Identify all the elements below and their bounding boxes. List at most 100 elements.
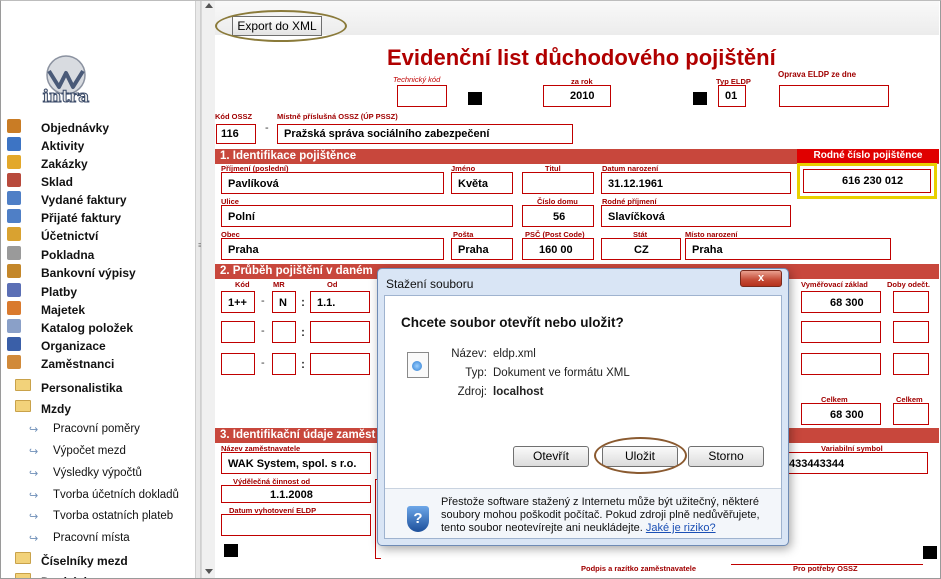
datum-narozeni-field[interactable]: 31.12.1961	[601, 172, 791, 194]
kod-label: Kód	[235, 280, 250, 289]
prijmeni-field[interactable]: Pavlíková	[221, 172, 444, 194]
vykon-field[interactable]: 1.1.2008	[221, 485, 371, 503]
sidebar-item-label: Bankovní výpisy	[41, 266, 136, 280]
od-field-1[interactable]: 1.1.	[310, 291, 370, 313]
typ-eldp-field[interactable]: 01	[718, 85, 746, 107]
separator: -	[261, 325, 265, 337]
sidebar-subitem-dochazka[interactable]: Docházka	[15, 571, 195, 578]
cancel-button[interactable]: Storno	[688, 446, 764, 467]
sidebar-item[interactable]: Platby	[7, 282, 193, 300]
intra-logo: intra	[42, 55, 90, 105]
sidebar-item[interactable]: Pokladna	[7, 245, 193, 263]
sidebar-subitem-ciselniky[interactable]: Číselníky mezd	[15, 550, 195, 570]
folder-icon	[15, 552, 31, 564]
close-button[interactable]: x	[740, 270, 782, 287]
doby-field-1[interactable]	[893, 291, 929, 313]
od-label: Od	[327, 280, 338, 289]
sidebar-item[interactable]: Zaměstnanci	[7, 354, 193, 372]
vertical-scrollbar[interactable]	[201, 1, 215, 578]
mr-field-2[interactable]	[272, 321, 296, 343]
highlight-ring	[594, 437, 687, 474]
sidebar-item[interactable]: Katalog položek	[7, 318, 193, 336]
kod-field-3[interactable]	[221, 353, 255, 375]
celkem-field[interactable]: 68 300	[801, 403, 881, 425]
sidebar-leaf-label: Pracovní místa	[53, 532, 130, 544]
nazev-field[interactable]: WAK System, spol. s r.o.	[221, 452, 371, 474]
vymerovaci-field-1[interactable]: 68 300	[801, 291, 881, 313]
mr-field-1[interactable]: N	[272, 291, 296, 313]
sidebar-item-label: Zakázky	[41, 157, 88, 171]
sidebar-leaf[interactable]: ↪ Pracovní místa	[29, 528, 195, 548]
obec-field[interactable]: Praha	[221, 238, 444, 260]
podpis-label: Podpis a razítko zaměstnavatele	[581, 564, 697, 573]
od-field-2[interactable]	[310, 321, 370, 343]
sidebar-item[interactable]: Objednávky	[7, 118, 193, 136]
psc-field[interactable]: 160 00	[522, 238, 594, 260]
sidebar-leaf[interactable]: ↪ Tvorba ostatních plateb	[29, 506, 195, 526]
vymerovaci-field-2[interactable]	[801, 321, 881, 343]
sidebar-item-label: Sklad	[41, 175, 74, 189]
folder-icon	[15, 400, 31, 412]
kod-field-2[interactable]	[221, 321, 255, 343]
scroll-up-icon[interactable]	[205, 3, 213, 8]
arrow-icon: ↪	[29, 511, 39, 523]
sidebar-leaf[interactable]: ↪ Výsledky výpočtů	[29, 463, 195, 483]
sidebar-item[interactable]: Bankovní výpisy	[7, 263, 193, 281]
sidebar-item[interactable]: Účetnictví	[7, 226, 193, 244]
sidebar-subitem[interactable]: Mzdy	[15, 398, 195, 418]
sidebar-item[interactable]: Přijaté faktury	[7, 208, 193, 226]
vs-field[interactable]: 433443344	[788, 452, 928, 474]
mr-field-3[interactable]	[272, 353, 296, 375]
jmeno-field[interactable]: Květa	[451, 172, 513, 194]
sidebar-leaf[interactable]: ↪ Výpočet mezd	[29, 441, 195, 461]
kod-field-1-value: 1++	[228, 297, 247, 309]
invoice-in-icon	[7, 209, 21, 223]
ulice-field[interactable]: Polní	[221, 205, 513, 227]
stat-field[interactable]: CZ	[601, 238, 681, 260]
kod-ossz-field[interactable]: 116	[216, 124, 256, 144]
sidebar-leaf[interactable]: ↪ Pracovní poměry	[29, 419, 195, 439]
sidebar-leaf[interactable]: ↪ Tvorba účetních dokladů	[29, 485, 195, 505]
od-field-3[interactable]	[310, 353, 370, 375]
rodne-cislo-field[interactable]: 616 230 012	[803, 169, 931, 193]
sidebar-item-label: Účetnictví	[41, 229, 99, 243]
dialog-question: Chcete soubor otevřít nebo uložit?	[401, 315, 624, 330]
sidebar-item[interactable]: Organizace	[7, 336, 193, 354]
separator: -	[261, 295, 265, 307]
sidebar-leaf-label: Výsledky výpočtů	[53, 467, 142, 479]
mistne-field[interactable]: Pražská správa sociálního zabezpečení	[277, 124, 573, 144]
datum-vyhot-field[interactable]	[221, 514, 371, 536]
doby-field-3[interactable]	[893, 353, 929, 375]
doby-field-2[interactable]	[893, 321, 929, 343]
oprava-label: Oprava ELDP ze dne	[778, 70, 857, 79]
separator: :	[301, 357, 305, 371]
posta-field[interactable]: Praha	[451, 238, 513, 260]
za-rok-field[interactable]: 2010	[543, 85, 611, 107]
sidebar-subitem[interactable]: Personalistika	[15, 377, 195, 397]
cislo-domu-field[interactable]: 56	[522, 205, 594, 227]
titul-field[interactable]	[522, 172, 594, 194]
sidebar-item[interactable]: Sklad	[7, 172, 193, 190]
mr-field-1-value: N	[279, 297, 287, 309]
scroll-down-icon[interactable]	[205, 569, 213, 574]
sidebar-item-label: Platby	[41, 285, 78, 299]
sidebar-leaf-label: Výpočet mezd	[53, 445, 126, 457]
ledger-icon	[7, 227, 21, 241]
sidebar-item[interactable]: Aktivity	[7, 136, 193, 154]
misto-narozeni-field[interactable]: Praha	[685, 238, 891, 260]
sidebar-item[interactable]: Zakázky	[7, 154, 193, 172]
sidebar-item-label: Vydané faktury	[41, 193, 127, 207]
sidebar-item[interactable]: Majetek	[7, 300, 193, 318]
vymerovaci-field-3[interactable]	[801, 353, 881, 375]
technicky-kod-field[interactable]	[397, 85, 447, 107]
sidebar-item-label: Objednávky	[41, 121, 110, 135]
risk-link[interactable]: Jaké je riziko?	[646, 522, 716, 534]
celkem-doby-field[interactable]	[893, 403, 929, 425]
kod-field-1[interactable]: 1++	[221, 291, 255, 313]
oprava-field[interactable]	[779, 85, 889, 107]
folder-icon	[15, 379, 31, 391]
rodne-prijmeni-field[interactable]: Slavíčková	[601, 205, 791, 227]
sidebar-item[interactable]: Vydané faktury	[7, 190, 193, 208]
open-button[interactable]: Otevřít	[513, 446, 589, 467]
bank-icon	[7, 264, 21, 278]
